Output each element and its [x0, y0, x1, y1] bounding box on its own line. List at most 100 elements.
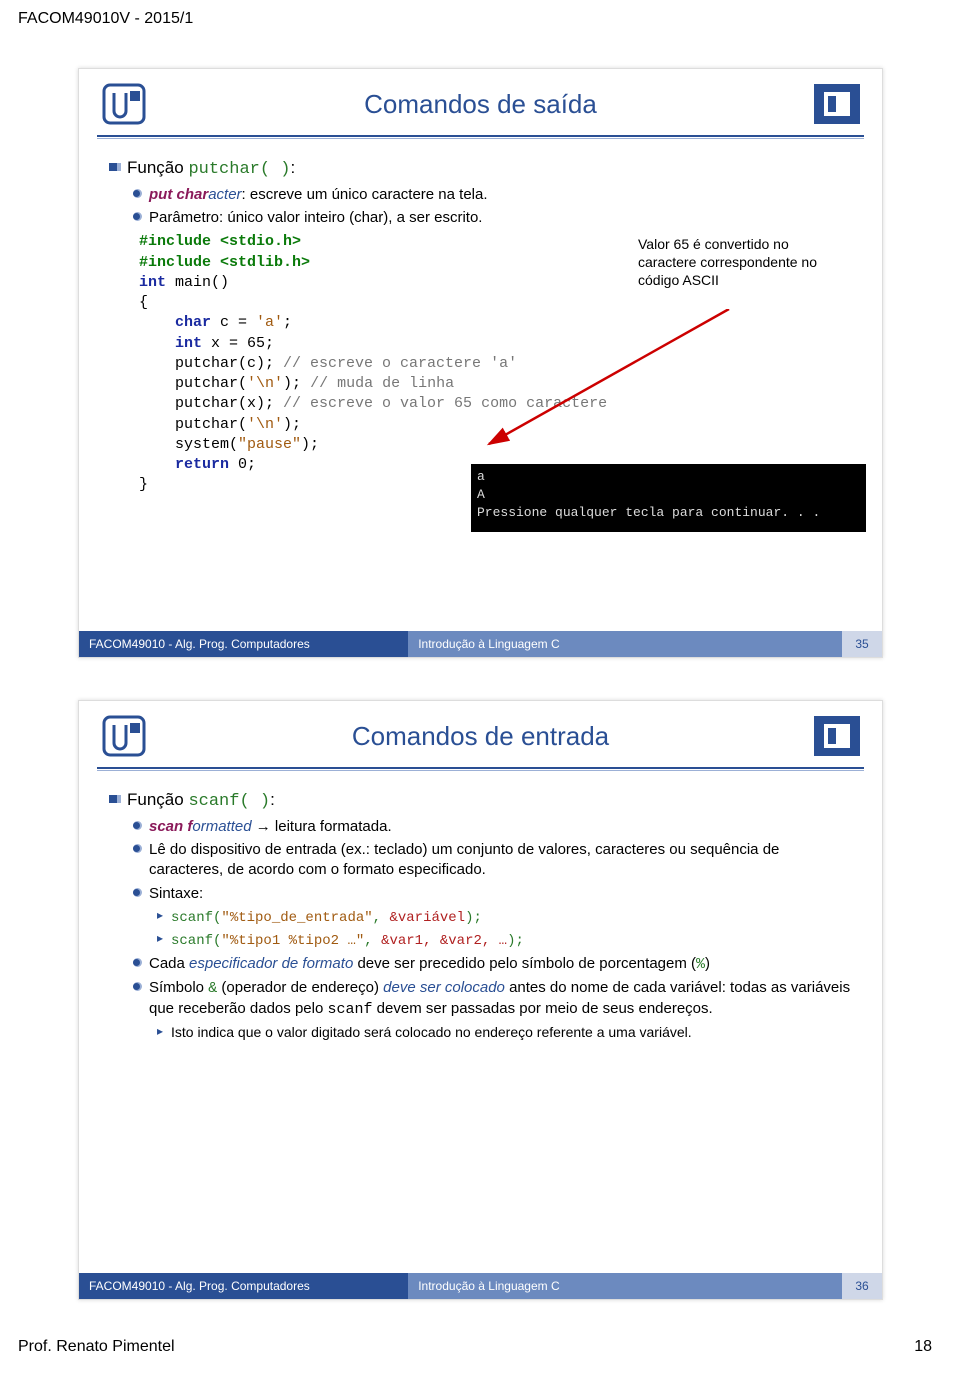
code: , [364, 933, 381, 949]
bullet-isto-indica: Isto indica que o valor digitado será co… [157, 1023, 852, 1042]
slide-content: Função scanf( ): scan formatted → leitur… [79, 779, 882, 1042]
kw: int [139, 274, 166, 291]
text: deve ser colocado [383, 979, 505, 996]
bullet-funcao-scanf: Função scanf( ): [109, 789, 852, 814]
kw: int [139, 335, 202, 352]
text: : [290, 158, 295, 177]
var: &variável [389, 910, 465, 926]
text: put char [149, 186, 208, 203]
text: : [270, 790, 275, 809]
code-line: putchar(c); [139, 355, 283, 372]
terminal-output: a A Pressione qualquer tecla para contin… [471, 464, 866, 532]
text: : escreve um único caractere na tela. [242, 186, 488, 203]
footer-course: FACOM49010 - Alg. Prog. Computadores [79, 631, 408, 657]
bullet-le-dispositivo: Lê do dispositivo de entrada (ex.: tecla… [133, 840, 852, 881]
footer-slide-number: 36 [842, 1273, 882, 1299]
bullet-parametro: Parâmetro: único valor inteiro (char), a… [133, 208, 852, 228]
code-line: x = 65; [202, 335, 274, 352]
slide-footer: FACOM49010 - Alg. Prog. Computadores Int… [79, 1273, 882, 1299]
code: scanf( [171, 933, 221, 949]
facom-logo-icon [810, 79, 864, 129]
page-footer-number: 18 [914, 1338, 932, 1356]
text: Símbolo [149, 979, 208, 996]
callout-ascii: Valor 65 é convertido no caractere corre… [638, 235, 848, 290]
text: Cada [149, 955, 189, 972]
text: Função [127, 790, 188, 809]
kw: char [139, 314, 211, 331]
code-line: ; [283, 314, 292, 331]
code-line: #include <stdio.h> [139, 233, 301, 250]
page-header: FACOM49010V - 2015/1 [18, 10, 193, 28]
var: &var1, &var2, … [381, 933, 507, 949]
code-line: system( [139, 436, 238, 453]
text: (operador de endereço) [217, 979, 383, 996]
code: scanf( [171, 910, 221, 926]
code-line: c = [211, 314, 256, 331]
code: putchar( ) [188, 160, 290, 179]
kw: return [139, 456, 229, 473]
text: scan f [149, 818, 192, 835]
comment: // escreve o valor 65 como caractere [283, 395, 607, 412]
code: & [208, 980, 217, 997]
code-line: main() [166, 274, 229, 291]
text: Parâmetro: único valor inteiro (char), a… [149, 209, 482, 226]
bullet-funcao-putchar: Função putchar( ): [109, 157, 852, 182]
code: scanf( ) [188, 792, 270, 811]
slide-content: Função putchar( ): put character: escrev… [79, 147, 882, 496]
code: ); [507, 933, 524, 949]
comment: // muda de linha [310, 375, 454, 392]
bullet-scan-formatted: scan formatted → leitura formatada. [133, 817, 852, 837]
ufu-logo-icon [97, 711, 151, 761]
footer-course: FACOM49010 - Alg. Prog. Computadores [79, 1273, 408, 1299]
bullet-simbolo-amp: Símbolo & (operador de endereço) deve se… [133, 978, 852, 1021]
code: ); [465, 910, 482, 926]
facom-logo-icon [810, 711, 864, 761]
text: ) [705, 955, 710, 972]
code-line: ); [283, 375, 310, 392]
slide-header: Comandos de entrada [79, 701, 882, 765]
code: , [373, 910, 390, 926]
slide-comandos-saida: Comandos de saída Função putchar( ): put… [78, 68, 883, 658]
str: 'a' [256, 314, 283, 331]
text: Sintaxe: [149, 885, 203, 902]
code-line: #include <stdlib.h> [139, 254, 310, 271]
code: scanf [327, 1001, 372, 1018]
code-line: putchar( [139, 375, 247, 392]
text: → leitura formatada. [252, 818, 392, 835]
code-line: putchar( [139, 416, 247, 433]
comment: // escreve o caractere 'a' [283, 355, 517, 372]
footer-slide-number: 35 [842, 631, 882, 657]
bullet-scanf-multi: scanf("%tipo1 %tipo2 …", &var1, &var2, …… [157, 930, 852, 951]
code: % [696, 956, 705, 973]
divider [97, 767, 864, 771]
slide-footer: FACOM49010 - Alg. Prog. Computadores Int… [79, 631, 882, 657]
text: ormatted [192, 818, 251, 835]
code-line: } [139, 476, 148, 493]
code-line: 0; [229, 456, 256, 473]
str: "%tipo_de_entrada" [221, 910, 372, 926]
slide-title: Comandos de entrada [151, 721, 810, 752]
text: Lê do dispositivo de entrada (ex.: tecla… [149, 841, 779, 878]
str: '\n' [247, 416, 283, 433]
footer-topic: Introdução à Linguagem C [408, 1273, 842, 1299]
slide-title: Comandos de saída [151, 89, 810, 120]
bullet-sintaxe: Sintaxe: [133, 884, 852, 904]
bullet-putcharacter: put character: escreve um único caracter… [133, 185, 852, 205]
text: acter [208, 186, 241, 203]
code-line: putchar(x); [139, 395, 283, 412]
str: "pause" [238, 436, 301, 453]
footer-topic: Introdução à Linguagem C [408, 631, 842, 657]
bullet-especificador: Cada especificador de formato deve ser p… [133, 954, 852, 975]
code-line: ); [283, 416, 301, 433]
text: Isto indica que o valor digitado será co… [171, 1024, 692, 1040]
divider [97, 135, 864, 139]
text: deve ser precedido pelo símbolo de porce… [353, 955, 696, 972]
code-line: { [139, 294, 148, 311]
text: devem ser passadas por meio de seus ende… [373, 1000, 713, 1017]
text: Função [127, 158, 188, 177]
str: '\n' [247, 375, 283, 392]
page-footer-author: Prof. Renato Pimentel [18, 1338, 175, 1356]
ufu-logo-icon [97, 79, 151, 129]
slide-header: Comandos de saída [79, 69, 882, 133]
code-line: ); [301, 436, 319, 453]
